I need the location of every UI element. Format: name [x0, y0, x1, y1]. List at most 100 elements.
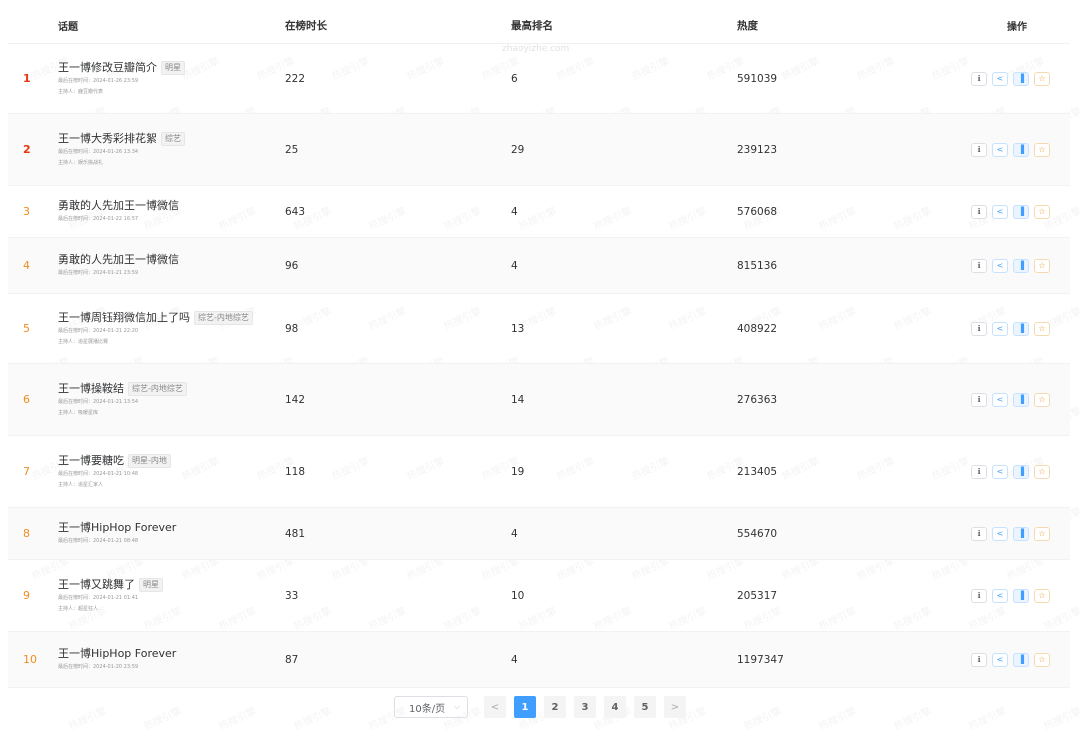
topic-title-link[interactable]: 王一博大秀彩排花絮: [58, 131, 157, 147]
info-button[interactable]: ℹ: [971, 652, 987, 667]
info-button[interactable]: ℹ: [971, 588, 987, 603]
topic-cell: 王一博要糖吃 明星-内地 最后在榜时间：2024-01-21 10:48 主持人…: [58, 453, 285, 491]
category-tag: 综艺: [161, 131, 185, 146]
share-button[interactable]: <: [992, 258, 1008, 273]
share-icon: <: [996, 394, 1004, 404]
last-on-list-time: 最后在榜时间：2024-01-21 23:59: [58, 270, 139, 276]
table-row: 9 王一博又跳舞了 明星 最后在榜时间：2024-01-21 01:41 主持人…: [8, 560, 1070, 632]
chart-button[interactable]: ▐: [1013, 142, 1029, 157]
info-button[interactable]: ℹ: [971, 321, 987, 336]
header-duration: 在榜时长: [285, 20, 327, 32]
info-button[interactable]: ℹ: [971, 258, 987, 273]
favorite-button[interactable]: ☆: [1034, 142, 1050, 157]
last-on-list-time: 最后在榜时间：2024-01-21 08:48: [58, 538, 139, 544]
info-button[interactable]: ℹ: [971, 392, 987, 407]
favorite-button[interactable]: ☆: [1034, 588, 1050, 603]
chart-button[interactable]: ▐: [1013, 258, 1029, 273]
share-button[interactable]: <: [992, 464, 1008, 479]
share-button[interactable]: <: [992, 204, 1008, 219]
table-row: 2 王一博大秀彩排花絮 综艺 最后在榜时间：2024-01-26 13:34 主…: [8, 114, 1070, 186]
topic-title-link[interactable]: 王一博HipHop Forever: [58, 646, 176, 662]
page-button-4[interactable]: 4: [604, 696, 626, 718]
page-button-5[interactable]: 5: [634, 696, 656, 718]
info-icon: ℹ: [977, 260, 981, 270]
chart-button[interactable]: ▐: [1013, 652, 1029, 667]
category-tag: 综艺-内地综艺: [194, 310, 253, 325]
star-icon: ☆: [1038, 654, 1046, 664]
star-icon: ☆: [1038, 206, 1046, 216]
share-button[interactable]: <: [992, 526, 1008, 541]
share-button[interactable]: <: [992, 588, 1008, 603]
chart-icon: ▐: [1017, 590, 1025, 600]
chart-button[interactable]: ▐: [1013, 464, 1029, 479]
favorite-button[interactable]: ☆: [1034, 258, 1050, 273]
chart-button[interactable]: ▐: [1013, 204, 1029, 219]
topic-title-link[interactable]: 勇敢的人先加王一博微信: [58, 252, 179, 268]
heat-value: 815136: [737, 259, 778, 272]
topic-title-link[interactable]: 勇敢的人先加王一博微信: [58, 198, 179, 214]
share-button[interactable]: <: [992, 142, 1008, 157]
next-page-button[interactable]: >: [664, 696, 686, 718]
topic-cell: 王一博修改豆瓣简介 明星 最后在榜时间：2024-01-26 23:59 主持人…: [58, 60, 285, 98]
topic-title-link[interactable]: 王一博HipHop Forever: [58, 520, 176, 536]
favorite-button[interactable]: ☆: [1034, 526, 1050, 541]
share-button[interactable]: <: [992, 321, 1008, 336]
heat-value: 276363: [737, 393, 778, 406]
duration-value: 87: [285, 653, 299, 666]
last-on-list-time: 最后在榜时间：2024-01-22 16:57: [58, 216, 139, 222]
chart-button[interactable]: ▐: [1013, 321, 1029, 336]
chart-button[interactable]: ▐: [1013, 526, 1029, 541]
page-button-3[interactable]: 3: [574, 696, 596, 718]
share-button[interactable]: <: [992, 392, 1008, 407]
page-size-value: 10条/页: [409, 703, 446, 715]
favorite-button[interactable]: ☆: [1034, 652, 1050, 667]
topic-title-link[interactable]: 王一博要糖吃: [58, 453, 124, 469]
last-on-list-time: 最后在榜时间：2024-01-21 01:41: [58, 594, 139, 601]
share-icon: <: [996, 206, 1004, 216]
best-rank-value: 14: [511, 393, 525, 406]
favorite-button[interactable]: ☆: [1034, 204, 1050, 219]
star-icon: ☆: [1038, 394, 1046, 404]
chart-button[interactable]: ▐: [1013, 392, 1029, 407]
favorite-button[interactable]: ☆: [1034, 392, 1050, 407]
info-button[interactable]: ℹ: [971, 142, 987, 157]
topic-title-link[interactable]: 王一博又跳舞了: [58, 577, 135, 593]
info-button[interactable]: ℹ: [971, 464, 987, 479]
topic-host: 主持人：吸暖星库: [58, 409, 99, 416]
share-icon: <: [996, 590, 1004, 600]
prev-page-button[interactable]: <: [484, 696, 506, 718]
page-button-1[interactable]: 1: [514, 696, 536, 718]
heat-value: 239123: [737, 143, 778, 156]
topic-cell: 勇敢的人先加王一博微信 最后在榜时间：2024-01-22 16:57: [58, 198, 285, 225]
heat-value: 213405: [737, 465, 778, 478]
table-row: 1 王一博修改豆瓣简介 明星 最后在榜时间：2024-01-26 23:59 主…: [8, 44, 1070, 114]
best-rank-value: 4: [511, 527, 518, 540]
last-on-list-time: 最后在榜时间：2024-01-20 23:59: [58, 664, 139, 670]
share-button[interactable]: <: [992, 652, 1008, 667]
chart-button[interactable]: ▐: [1013, 588, 1029, 603]
page-size-select[interactable]: 10条/页 ⌵: [394, 696, 468, 718]
chart-icon: ▐: [1017, 394, 1025, 404]
share-icon: <: [996, 466, 1004, 476]
chart-button[interactable]: ▐: [1013, 71, 1029, 86]
chart-icon: ▐: [1017, 323, 1025, 333]
share-icon: <: [996, 73, 1004, 83]
info-button[interactable]: ℹ: [971, 526, 987, 541]
info-button[interactable]: ℹ: [971, 71, 987, 86]
rank-number: 4: [23, 259, 30, 272]
share-button[interactable]: <: [992, 71, 1008, 86]
favorite-button[interactable]: ☆: [1034, 71, 1050, 86]
best-rank-value: 29: [511, 143, 525, 156]
topic-cell: 王一博周钰翔微信加上了吗 综艺-内地综艺 最后在榜时间：2024-01-21 2…: [58, 310, 285, 348]
favorite-button[interactable]: ☆: [1034, 321, 1050, 336]
rank-number: 9: [23, 589, 30, 602]
duration-value: 98: [285, 322, 299, 335]
topic-host: 主持人：娱乐挑战礼: [58, 159, 104, 166]
topic-title-link[interactable]: 王一博周钰翔微信加上了吗: [58, 310, 190, 326]
topic-title-link[interactable]: 王一博修改豆瓣简介: [58, 60, 157, 76]
info-button[interactable]: ℹ: [971, 204, 987, 219]
favorite-button[interactable]: ☆: [1034, 464, 1050, 479]
page-button-2[interactable]: 2: [544, 696, 566, 718]
topic-cell: 王一博操鞍结 综艺-内地综艺 最后在榜时间：2024-01-21 13:54 主…: [58, 381, 285, 419]
topic-title-link[interactable]: 王一博操鞍结: [58, 381, 124, 397]
